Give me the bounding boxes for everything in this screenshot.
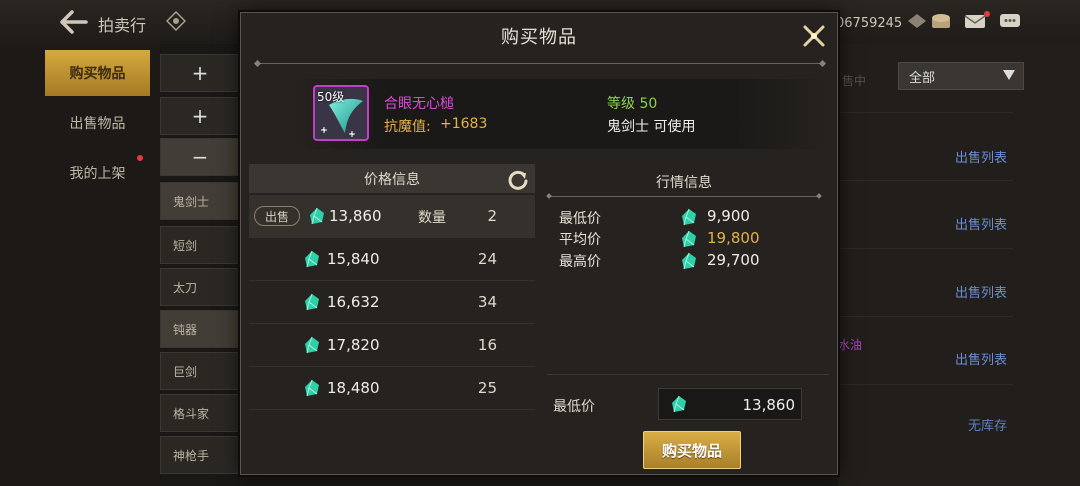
mail-notification-dot <box>984 11 990 17</box>
user-id: 06759245 <box>836 16 903 31</box>
category-expand-2[interactable]: + <box>160 97 240 135</box>
diamond-icon[interactable] <box>166 11 186 31</box>
gem-icon <box>305 379 319 397</box>
filter-label: 售中 <box>842 74 867 88</box>
filter-value: 全部 <box>909 70 936 86</box>
category-greatsword[interactable]: 巨剑 <box>160 352 240 390</box>
tab-buy-items[interactable]: 购买物品 <box>45 50 150 96</box>
price-info-title: 价格信息 <box>364 171 420 188</box>
row-divider <box>838 180 1013 181</box>
quantity-value: 24 <box>477 250 497 268</box>
gem-icon <box>305 293 319 311</box>
avg-price-label: 平均价 <box>559 232 601 248</box>
item-level-requirement: 等级 50 <box>607 96 658 112</box>
price-list: 出售 13,860 数量 2 15,840 24 16,632 34 17,82… <box>249 195 535 410</box>
auction-house-title: 拍卖行 <box>98 16 147 35</box>
market-divider <box>549 196 819 197</box>
quantity-label: 数量 <box>418 210 446 226</box>
lowest-divider <box>547 374 829 375</box>
listing-panel <box>838 44 1080 486</box>
price-row[interactable]: 18,480 25 <box>249 367 535 410</box>
title-divider <box>257 63 823 64</box>
price-value: 16,632 <box>327 293 380 311</box>
min-price-label: 最低价 <box>559 211 601 227</box>
category-short-sword[interactable]: 短剑 <box>160 226 240 264</box>
gem-icon <box>682 230 696 248</box>
quantity-value: 34 <box>477 293 497 311</box>
buy-item-button[interactable]: 购买物品 <box>643 431 741 469</box>
gem-icon <box>305 250 319 268</box>
min-price-value: 9,900 <box>707 207 750 225</box>
tab-sell-items[interactable]: 出售物品 <box>45 100 150 146</box>
quantity-value: 2 <box>487 207 497 225</box>
sell-list-link-4[interactable]: 出售列表 <box>955 349 1007 368</box>
price-row[interactable]: 15,840 24 <box>249 238 535 281</box>
price-value: 13,860 <box>329 207 382 225</box>
price-value: 17,820 <box>327 336 380 354</box>
category-club[interactable]: 钝器 <box>160 310 240 348</box>
price-row[interactable]: 16,632 34 <box>249 281 535 324</box>
sell-list-link-2[interactable]: 出售列表 <box>955 214 1007 233</box>
price-value: 18,480 <box>327 379 380 397</box>
row-divider <box>838 316 1013 317</box>
gem-icon <box>305 336 319 354</box>
lowest-price-value: 13,860 <box>742 396 796 414</box>
market-info-title: 行情信息 <box>656 175 712 191</box>
chevron-down-icon <box>1003 70 1015 80</box>
chest-icon[interactable] <box>930 12 952 30</box>
gem-icon <box>682 252 696 270</box>
price-info-header: 价格信息 <box>249 164 535 193</box>
price-value: 15,840 <box>327 250 380 268</box>
price-row[interactable]: 17,820 16 <box>249 324 535 367</box>
item-class-requirement: 鬼剑士 可使用 <box>607 119 696 135</box>
gem-icon <box>672 395 686 413</box>
category-katana[interactable]: 太刀 <box>160 268 240 306</box>
refresh-icon[interactable] <box>507 169 529 191</box>
filter-dropdown[interactable]: 全部 <box>898 62 1024 90</box>
sell-list-link-3[interactable]: 出售列表 <box>955 282 1007 301</box>
lowest-price-label: 最低价 <box>553 399 595 415</box>
item-level-badge: 50级 <box>317 90 345 104</box>
item-icon[interactable]: 50级 <box>313 85 369 141</box>
quantity-value: 16 <box>477 336 497 354</box>
listing-item-name: 水油 <box>838 338 863 352</box>
tab-my-listings[interactable]: 我的上架 <box>45 150 150 196</box>
category-expand-1[interactable]: + <box>160 54 240 92</box>
listings-notification-dot <box>137 155 143 161</box>
price-row[interactable]: 出售 13,860 数量 2 <box>249 195 535 238</box>
swap-icon[interactable] <box>906 12 928 30</box>
modal-title: 购买物品 <box>501 27 577 48</box>
sell-list-link-1[interactable]: 出售列表 <box>955 147 1007 166</box>
buy-item-modal: 购买物品 50级 合眼无心槌 抗魔值: +1683 等级 50 鬼剑士 可使用 … <box>240 12 838 475</box>
avg-price-value: 19,800 <box>707 229 760 247</box>
gem-icon <box>682 208 696 226</box>
lowest-price-field: 13,860 <box>658 388 802 420</box>
gem-icon <box>310 207 324 225</box>
max-price-label: 最高价 <box>559 254 601 270</box>
category-collapse[interactable]: − <box>160 138 240 176</box>
back-arrow-icon[interactable] <box>58 9 88 35</box>
item-name: 合眼无心槌 <box>384 96 454 112</box>
stat-value: +1683 <box>440 116 488 132</box>
category-slayer[interactable]: 鬼剑士 <box>160 182 240 220</box>
row-divider <box>838 112 1013 113</box>
row-divider <box>838 248 1013 249</box>
max-price-value: 29,700 <box>707 251 760 269</box>
sell-tag: 出售 <box>254 206 300 226</box>
chat-icon[interactable] <box>999 12 1021 30</box>
item-info-banner <box>291 79 831 149</box>
no-stock-label: 无库存 <box>968 419 1008 434</box>
row-divider <box>838 384 1013 385</box>
close-icon[interactable] <box>797 19 831 53</box>
mail-icon[interactable] <box>964 12 986 30</box>
category-gunner[interactable]: 神枪手 <box>160 436 240 474</box>
category-fighter[interactable]: 格斗家 <box>160 394 240 432</box>
stat-label: 抗魔值: <box>384 119 431 135</box>
quantity-value: 25 <box>477 379 497 397</box>
